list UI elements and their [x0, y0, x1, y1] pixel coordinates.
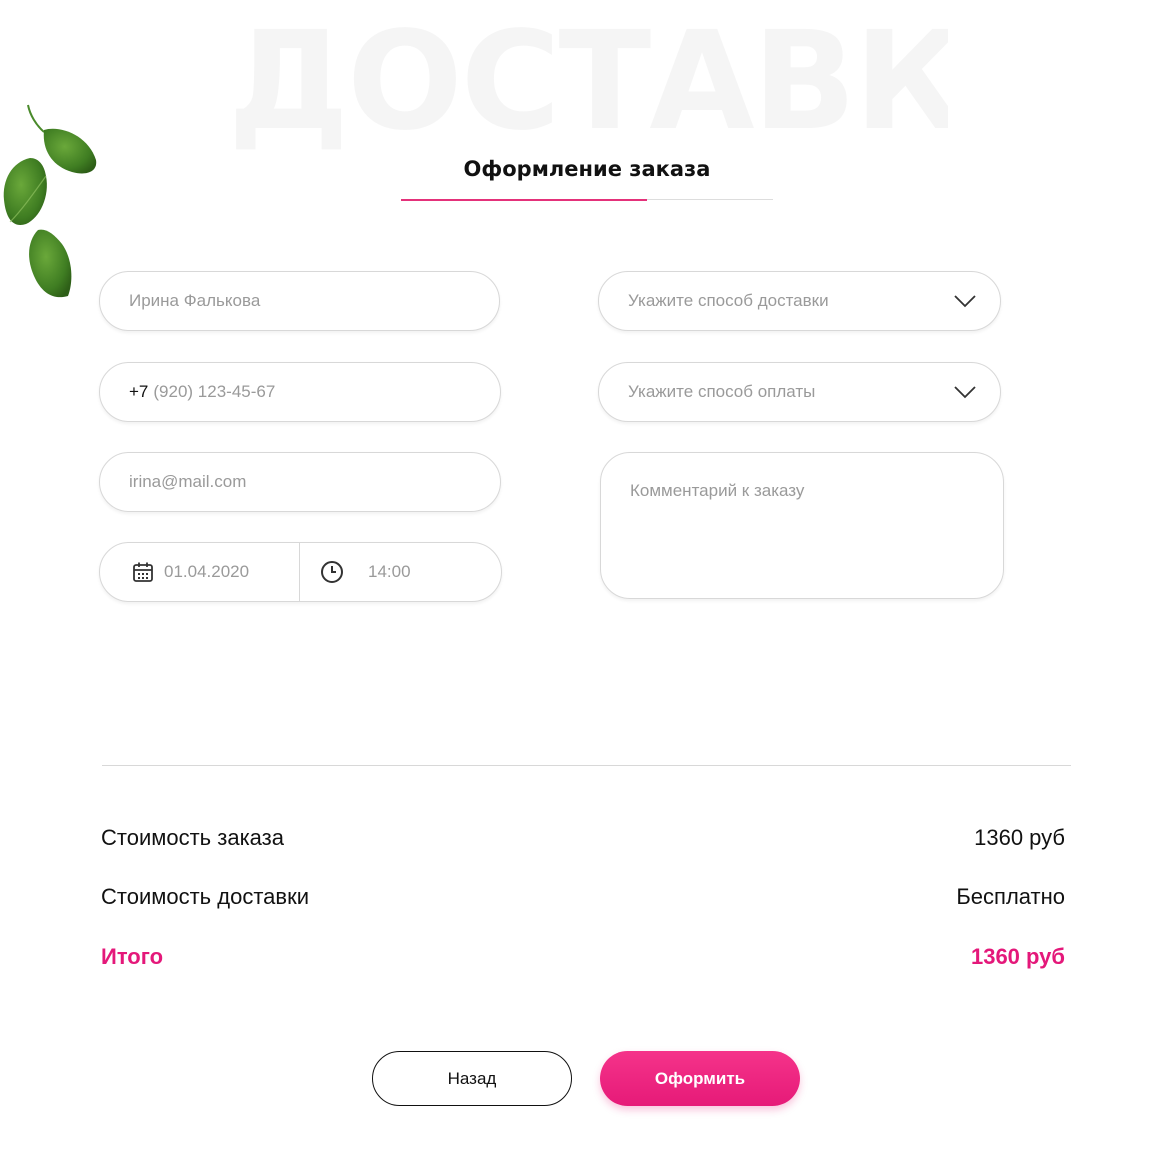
submit-order-button[interactable]: Оформить — [600, 1051, 800, 1106]
delivery-cost-label: Стоимость доставки — [101, 884, 309, 909]
page-heading: Оформление заказа — [463, 157, 711, 181]
date-placeholder: 01.04.2020 — [164, 562, 250, 581]
total-label: Итого — [101, 944, 164, 969]
phone-prefix: +7 — [129, 382, 149, 401]
delivery-select-value: Укажите способ доставки — [628, 291, 829, 310]
time-picker[interactable]: 14:00 — [300, 543, 411, 601]
calendar-icon — [133, 562, 153, 582]
time-placeholder: 14:00 — [368, 562, 411, 581]
total-value: 1360 руб — [970, 944, 1065, 969]
summary-divider — [102, 765, 1071, 766]
clock-icon — [321, 561, 343, 583]
chevron-down-icon — [954, 295, 976, 308]
delivery-method-select[interactable]: Укажите способ доставки — [598, 271, 1001, 331]
total-row: Итого 1360 руб — [101, 944, 1065, 970]
delivery-cost-value: Бесплатно — [956, 884, 1065, 909]
background-title: ДОСТАВКА — [228, 14, 948, 150]
datetime-field: 01.04.2020 14:00 — [99, 542, 502, 602]
phone-field[interactable]: +7 (920) 123-45-67 — [99, 362, 501, 422]
order-comment-textarea[interactable]: Комментарий к заказу — [600, 452, 1004, 599]
heading-progress-fill — [401, 199, 647, 201]
chevron-down-icon — [954, 386, 976, 399]
order-cost-value: 1360 руб — [974, 825, 1065, 850]
spinach-leaves-decoration — [3, 104, 97, 298]
order-cost-row: Стоимость заказа 1360 руб — [101, 825, 1065, 851]
name-field[interactable]: Ирина Фалькова — [99, 271, 500, 331]
email-placeholder: irina@mail.com — [129, 472, 247, 491]
name-placeholder: Ирина Фалькова — [129, 291, 261, 310]
phone-placeholder: (920) 123-45-67 — [153, 382, 276, 401]
email-field[interactable]: irina@mail.com — [99, 452, 501, 512]
comment-placeholder: Комментарий к заказу — [630, 481, 805, 500]
order-cost-label: Стоимость заказа — [101, 825, 284, 850]
heading-progress-track — [401, 199, 773, 201]
delivery-cost-row: Стоимость доставки Бесплатно — [101, 884, 1065, 910]
date-picker[interactable]: 01.04.2020 — [100, 543, 300, 601]
payment-method-select[interactable]: Укажите способ оплаты — [598, 362, 1001, 422]
back-button[interactable]: Назад — [372, 1051, 572, 1106]
payment-select-value: Укажите способ оплаты — [628, 382, 816, 401]
